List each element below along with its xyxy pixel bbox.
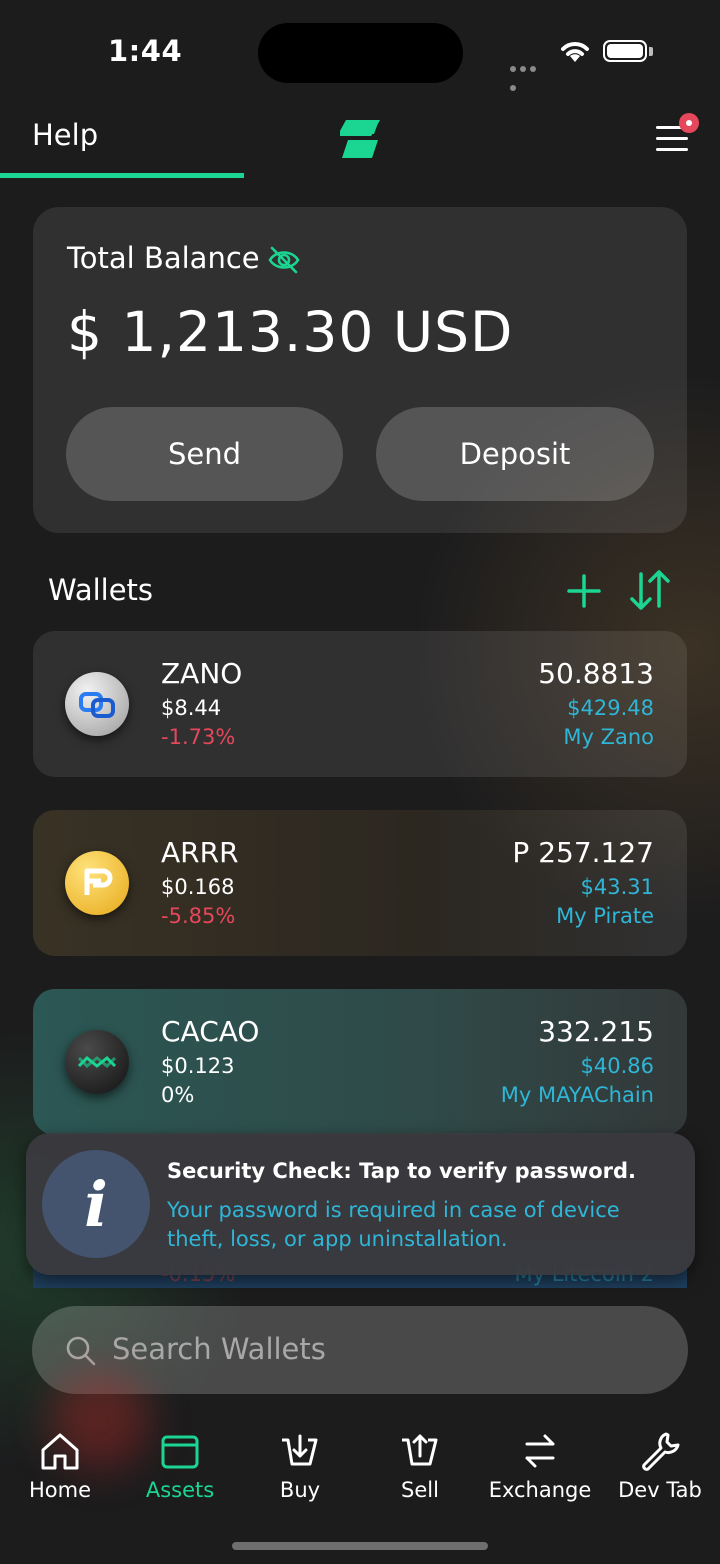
battery-cap — [649, 47, 653, 56]
nav-label: Dev Tab — [618, 1478, 702, 1502]
wallet-change: -5.85% — [161, 904, 236, 928]
wallet-usd-value: $40.86 — [580, 1054, 654, 1078]
wallet-balance: 332.215 — [538, 1015, 654, 1048]
home-indicator — [232, 1542, 488, 1550]
battery-icon — [603, 40, 647, 62]
wifi-icon — [561, 42, 589, 62]
nav-sell[interactable]: Sell — [360, 1430, 480, 1502]
wallet-label: My Pirate — [556, 904, 654, 928]
wallet-label: My MAYAChain — [500, 1083, 654, 1107]
search-placeholder: Search Wallets — [112, 1332, 326, 1366]
wallet-name: CACAO — [161, 1015, 260, 1048]
balance-title: Total Balance — [67, 241, 260, 275]
wallet-price: $0.123 — [161, 1054, 235, 1078]
wallet-balance: 50.8813 — [538, 657, 654, 690]
hide-balance-icon[interactable] — [268, 246, 300, 274]
nav-buy[interactable]: Buy — [240, 1430, 360, 1502]
wallet-balance: P 257.127 — [512, 836, 654, 869]
send-button[interactable]: Send — [66, 407, 343, 501]
wallet-name: ZANO — [161, 657, 243, 690]
sell-icon — [402, 1434, 438, 1466]
help-tab[interactable]: Help — [32, 118, 98, 152]
add-wallet-icon[interactable] — [566, 573, 602, 609]
app-logo-icon — [340, 120, 380, 158]
wrench-icon — [642, 1432, 680, 1471]
wallet-usd-value: $429.48 — [567, 696, 654, 720]
nav-label: Exchange — [488, 1478, 592, 1502]
nav-exchange[interactable]: Exchange — [480, 1430, 600, 1502]
buy-icon — [282, 1434, 318, 1466]
wallet-change: -1.73% — [161, 725, 236, 749]
nav-label: Buy — [279, 1478, 321, 1502]
balance-amount: $ 1,213.30 USD — [67, 300, 514, 364]
wallet-price: $8.44 — [161, 696, 222, 720]
notification-badge — [679, 113, 699, 133]
nav-assets[interactable]: Assets — [120, 1430, 240, 1502]
wallet-icon — [161, 1435, 199, 1469]
wallet-usd-value: $43.31 — [580, 875, 654, 899]
nav-home[interactable]: Home — [0, 1430, 120, 1502]
wallet-label: My Zano — [563, 725, 654, 749]
toast-title: Security Check: Tap to verify password. — [167, 1159, 637, 1183]
search-icon — [66, 1336, 96, 1366]
deposit-button[interactable]: Deposit — [376, 407, 654, 501]
wallet-change: 0% — [161, 1083, 195, 1107]
wallet-name: ARRR — [161, 836, 239, 869]
wallets-title: Wallets — [48, 573, 154, 607]
status-time: 1:44 — [108, 34, 183, 68]
nav-label: Sell — [401, 1478, 439, 1502]
nav-label: Home — [28, 1478, 91, 1502]
wallet-price: $0.168 — [161, 875, 235, 899]
nav-label: Assets — [145, 1478, 215, 1502]
info-icon: i — [42, 1150, 150, 1258]
home-icon — [41, 1433, 79, 1470]
zano-coin-icon — [65, 672, 129, 736]
exchange-icon — [525, 1434, 555, 1468]
nav-dev-tab[interactable]: Dev Tab — [600, 1430, 720, 1502]
sort-icon[interactable] — [629, 570, 671, 610]
signal-icon — [510, 57, 548, 91]
cacao-coin-icon — [65, 1030, 129, 1094]
toast-body: Your password is required in case of dev… — [167, 1198, 620, 1251]
arrr-coin-icon — [65, 851, 129, 915]
help-tab-indicator — [0, 173, 244, 178]
dynamic-island — [258, 23, 463, 83]
